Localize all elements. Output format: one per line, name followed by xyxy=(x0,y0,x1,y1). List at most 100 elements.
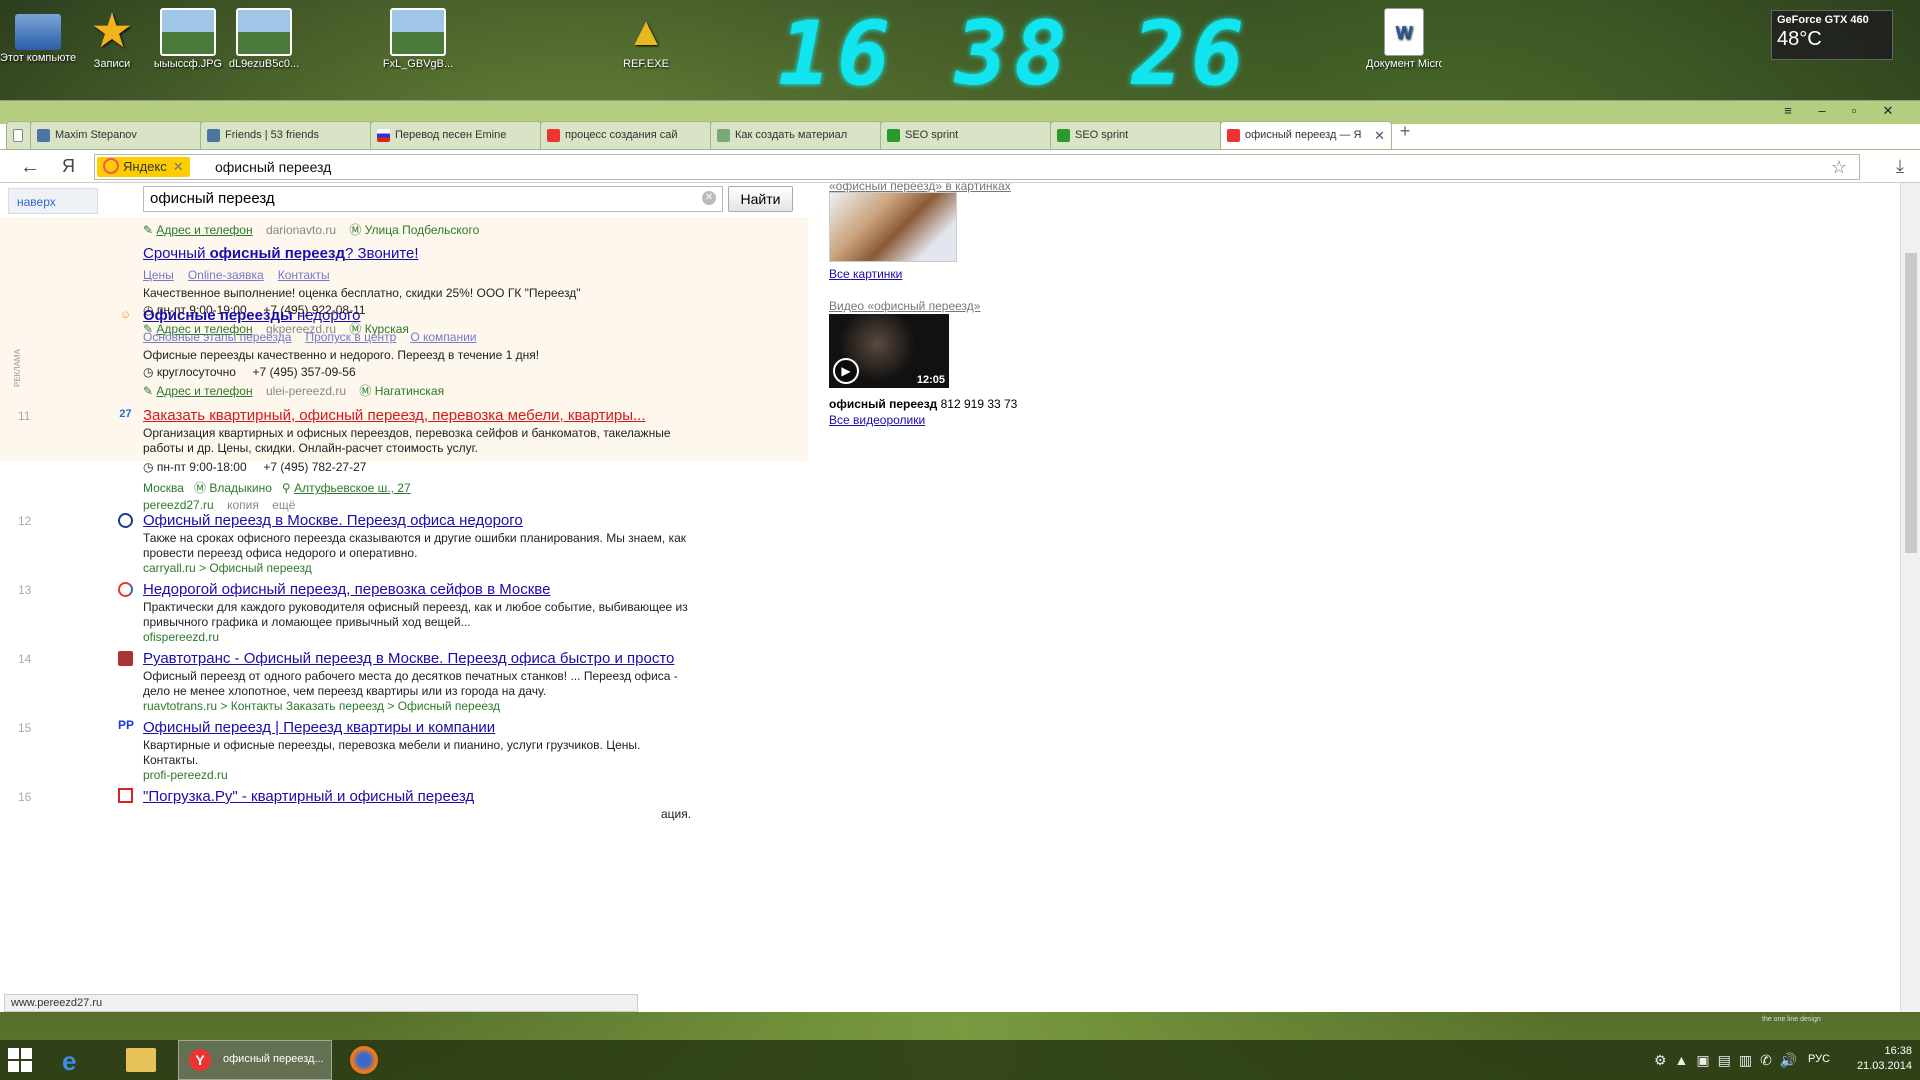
ad-domain[interactable]: darionavto.ru xyxy=(266,223,336,237)
result-domain[interactable]: ruavtotrans.ru > Контакты Заказать перее… xyxy=(143,699,678,713)
title-part: Срочный xyxy=(143,245,210,262)
result-title-link[interactable]: Офисные переезды недорого xyxy=(143,307,539,324)
desktop-icon-image2[interactable]: dL9ezuB5c0... xyxy=(226,8,302,70)
tray-icons[interactable]: ⚙▲▣▤▥✆🔊 xyxy=(1654,1052,1805,1069)
sitelink[interactable]: О компании xyxy=(410,330,476,344)
tab[interactable]: Maxim Stepanov xyxy=(30,121,202,149)
snippet-line: работы и др. Цены, скидки. Онлайн-расчет… xyxy=(143,441,478,455)
find-button[interactable]: Найти xyxy=(728,186,793,212)
tab-active[interactable]: офисный переезд — Я ✕ xyxy=(1220,121,1392,149)
sitelinks: Основные этапы переезда Пропуск в центр О … xyxy=(143,330,539,344)
file-explorer-icon[interactable] xyxy=(126,1048,156,1072)
ruavtotrans-favicon-icon xyxy=(118,651,133,666)
taskbar-item-label: офисный переезд... xyxy=(223,1053,324,1065)
all-images-text[interactable]: Все картинки xyxy=(829,267,902,281)
result-title-link[interactable]: "Погрузка.Ру" - квартирный и офисный пер… xyxy=(143,788,691,805)
russian-flag-icon xyxy=(377,129,390,142)
wallpaper-credit: the one line design xyxy=(1762,1016,1821,1023)
tab[interactable]: Перевод песен Emine xyxy=(370,121,542,149)
snippet-line: Организация квартирных и офисных переезд… xyxy=(143,426,671,440)
tab[interactable]: SEO sprint xyxy=(880,121,1052,149)
play-icon[interactable]: ▶ xyxy=(833,358,859,384)
ad-result-3: Офисные переезды недорого Основные этапы… xyxy=(143,307,539,399)
menu-icon[interactable]: ≡ xyxy=(1774,103,1802,118)
result-domain[interactable]: ofispereezd.ru xyxy=(143,630,688,644)
internet-explorer-icon[interactable]: e xyxy=(62,1046,92,1076)
maximize-button[interactable]: ▫ xyxy=(1840,103,1868,118)
firefox-icon[interactable] xyxy=(350,1046,378,1074)
sitelink[interactable]: Основные этапы переезда xyxy=(143,330,291,344)
search-input[interactable]: офисный переезд ✕ xyxy=(143,186,723,212)
url-text[interactable]: офисный переезд xyxy=(215,159,331,175)
result-title-link[interactable]: Офисный переезд в Москве. Переезд офиса … xyxy=(143,512,686,529)
address-link[interactable]: Адрес и телефон xyxy=(156,223,252,237)
image-file-icon xyxy=(390,8,446,56)
video-title[interactable]: офисный переезд 812 919 33 73 xyxy=(829,397,1017,411)
result-title-link[interactable]: Офисный переезд | Переезд квартиры и ком… xyxy=(143,719,640,736)
all-images-link[interactable]: Все картинки xyxy=(829,267,902,281)
taskbar-yandex-browser[interactable]: Y офисный переезд... xyxy=(178,1040,332,1080)
sitelink[interactable]: Пропуск в центр xyxy=(305,330,396,344)
url-field[interactable]: Яндекс ✕ офисный переезд ☆ xyxy=(94,154,1860,180)
result-title-link[interactable]: Недорогой офисный переезд, перевозка сей… xyxy=(143,581,688,598)
scrollbar-thumb[interactable] xyxy=(1905,253,1917,553)
clear-search-icon[interactable]: ✕ xyxy=(702,191,716,205)
image-file-icon xyxy=(160,8,216,56)
desktop-icon-word-doc[interactable]: W Документ Microsof... xyxy=(1366,8,1442,70)
ad-domain[interactable]: ulei-pereezd.ru xyxy=(266,384,346,398)
tray-clock[interactable]: 16:38 21.03.2014 xyxy=(1857,1044,1912,1074)
sitelink[interactable]: Online-заявка xyxy=(188,268,264,282)
video-thumbnail[interactable]: ▶ 12:05 xyxy=(829,314,949,388)
to-top-button[interactable]: наверх xyxy=(8,188,98,214)
tab[interactable]: Friends | 53 friends xyxy=(200,121,372,149)
carryall-favicon-icon xyxy=(118,513,133,528)
pinned-tab[interactable] xyxy=(6,121,32,149)
windows-start-icon[interactable] xyxy=(8,1048,32,1072)
desktop-icon-label: Документ Microsof... xyxy=(1366,58,1442,70)
bookmark-star-icon[interactable]: ☆ xyxy=(1831,157,1847,178)
result-title-link[interactable]: Срочный офисный переезд? Звоните! xyxy=(143,245,580,262)
close-tab-icon[interactable]: ✕ xyxy=(1374,128,1385,144)
yandex-home-icon[interactable]: Я xyxy=(62,156,75,177)
desktop-icon-ref-exe[interactable]: ▲ REF.EXE xyxy=(608,8,684,70)
clear-badge-icon[interactable]: ✕ xyxy=(173,159,184,174)
back-arrow-icon[interactable]: ← xyxy=(20,156,40,179)
sitelinks: Цены Online-заявка Контакты xyxy=(143,268,580,282)
star-icon: ★ xyxy=(90,5,134,58)
tab[interactable]: процесс создания сай xyxy=(540,121,712,149)
tab[interactable]: SEO sprint xyxy=(1050,121,1222,149)
cached-copy-link[interactable]: копия xyxy=(227,498,259,512)
desktop-icon-computer[interactable]: Этот компьютер xyxy=(0,8,76,64)
desktop-icon-notes[interactable]: ★ Записи xyxy=(74,5,150,71)
office-furniture-image[interactable] xyxy=(829,192,957,262)
organic-result: Офисный переезд в Москве. Переезд офиса … xyxy=(143,512,686,575)
result-title-link[interactable]: Заказать квартирный, офисный переезд, пе… xyxy=(143,407,671,424)
yandex-search-badge[interactable]: Яндекс ✕ xyxy=(97,157,190,177)
search-query[interactable]: офисный переезд xyxy=(150,190,275,207)
scrollbar[interactable] xyxy=(1900,183,1920,1012)
all-videos-link[interactable]: Все видеоролики xyxy=(829,413,925,427)
snippet-line: привычного графика и ломающее привычный … xyxy=(143,615,471,629)
minimize-button[interactable]: – xyxy=(1808,103,1836,118)
language-indicator[interactable]: РУС xyxy=(1808,1053,1830,1065)
clock-icon: ◷ xyxy=(143,365,154,379)
more-link[interactable]: ещё xyxy=(272,498,295,512)
download-icon[interactable]: ⤓ xyxy=(1896,156,1904,177)
address-link[interactable]: Алтуфьевское ш., 27 xyxy=(294,481,411,495)
close-window-button[interactable]: ✕ xyxy=(1874,103,1902,119)
result-domain[interactable]: profi-pereezd.ru xyxy=(143,768,640,782)
desktop-icon-image1[interactable]: ыыысcф.JPG xyxy=(150,8,226,70)
result-domain[interactable]: carryall.ru > Офисный переезд xyxy=(143,561,686,575)
tab[interactable]: Как создать материал xyxy=(710,121,882,149)
result-domain[interactable]: pereezd27.ru xyxy=(143,498,214,512)
desktop-icon-image3[interactable]: FxL_GBVgB... xyxy=(380,8,456,70)
address-link[interactable]: Адрес и телефон xyxy=(156,384,252,398)
tab-strip: Maxim Stepanov Friends | 53 friends Пере… xyxy=(6,119,1420,149)
sitelink[interactable]: Контакты xyxy=(278,268,330,282)
video-header[interactable]: Видео «офисный переезд» xyxy=(829,299,980,313)
video-header-link[interactable]: Видео «офисный переезд» xyxy=(829,299,980,313)
result-title-link[interactable]: Руавтотранс - Офисный переезд в Москве. … xyxy=(143,650,678,667)
new-tab-button[interactable]: + xyxy=(1390,121,1420,149)
all-videos-text[interactable]: Все видеоролики xyxy=(829,413,925,427)
sitelink[interactable]: Цены xyxy=(143,268,174,282)
